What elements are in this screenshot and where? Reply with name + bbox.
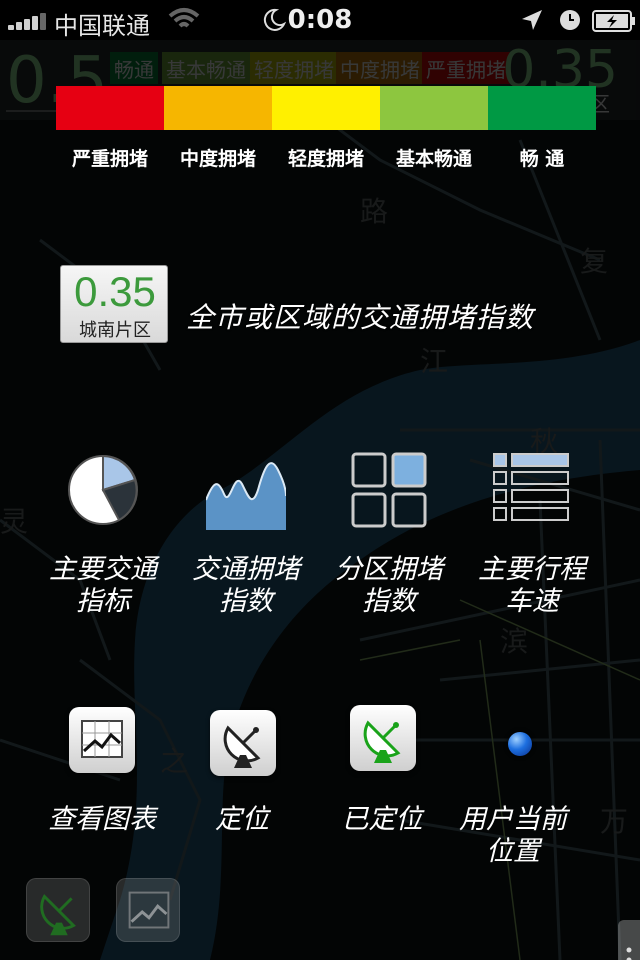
locate-button[interactable] (26, 878, 90, 942)
user-location-dot (508, 732, 532, 756)
function-caption: 指数 (219, 586, 273, 617)
user-position-caption: 用户当前 位置 (448, 804, 578, 868)
index-zone-name: 城南片区 (79, 320, 151, 341)
function-caption: 车速 (505, 586, 559, 617)
line-chart-icon (128, 891, 170, 929)
alarm-clock-icon (560, 10, 580, 30)
grid-icon (351, 452, 427, 528)
area-chart-icon (205, 462, 287, 530)
function-caption: 主要行程 (478, 554, 586, 585)
battery-charging-icon (592, 10, 635, 32)
legend-segment-light (272, 86, 380, 130)
satellite-dish-active-icon (363, 720, 401, 763)
side-handle[interactable] (618, 920, 640, 960)
legend-segment-moderate (164, 86, 272, 130)
view-chart-button-sample (69, 707, 135, 773)
index-value: 0.35 (74, 268, 156, 315)
legend-segment-severe (56, 86, 164, 130)
satellite-dish-icon (40, 894, 76, 936)
legend-label: 基本畅通 (395, 148, 472, 170)
legend-label: 轻度拥堵 (287, 148, 364, 170)
legend-segment-basic-smooth (380, 86, 488, 130)
located-button-sample (350, 705, 416, 771)
satellite-dish-icon (223, 725, 261, 768)
user-position-caption-line: 用户当前 (459, 804, 567, 835)
index-hint-text: 全市或区域的交通拥堵指数 (186, 301, 535, 334)
help-overlay[interactable]: 严重拥堵 中度拥堵 轻度拥堵 基本畅通 畅 通 0.35 城南片区 全市或区域的… (0, 40, 640, 960)
view-chart-button[interactable] (116, 878, 180, 942)
line-chart-icon (81, 720, 123, 758)
pie-chart-icon (68, 454, 138, 525)
zone-index-sample: 0.35 城南片区 (60, 265, 168, 343)
function-caption: 指标 (76, 586, 130, 617)
district-congestion-index-help: 分区拥堵 指数 (319, 450, 459, 618)
status-time: 0:08 (287, 5, 353, 35)
legend-label: 中度拥堵 (179, 148, 256, 170)
function-caption: 指数 (362, 586, 416, 617)
located-caption: 已定位 (341, 804, 423, 835)
congestion-legend-labels: 严重拥堵 中度拥堵 轻度拥堵 基本畅通 畅 通 (56, 144, 596, 171)
locate-button-sample (210, 710, 276, 776)
main-trip-speed-help: 主要行程 车速 (462, 450, 602, 618)
user-position-caption-line: 位置 (486, 836, 540, 867)
more-dots-icon (626, 947, 632, 960)
legend-label: 畅 通 (519, 148, 565, 170)
legend-segment-smooth (488, 86, 596, 130)
view-chart-caption: 查看图表 (48, 804, 156, 835)
locate-caption: 定位 (215, 804, 269, 835)
function-caption: 交通拥堵 (192, 554, 300, 585)
status-bar: 中国联通 0:08 (0, 0, 640, 40)
traffic-congestion-index-help: 交通拥堵 指数 (176, 450, 316, 618)
function-caption: 主要交通 (49, 554, 157, 585)
main-traffic-indicators-help: 主要交通 指标 (33, 450, 173, 618)
function-caption: 分区拥堵 (335, 554, 443, 585)
legend-label: 严重拥堵 (71, 148, 148, 170)
location-arrow-icon (522, 10, 542, 30)
list-icon (493, 453, 569, 521)
congestion-legend-bar (56, 86, 596, 130)
